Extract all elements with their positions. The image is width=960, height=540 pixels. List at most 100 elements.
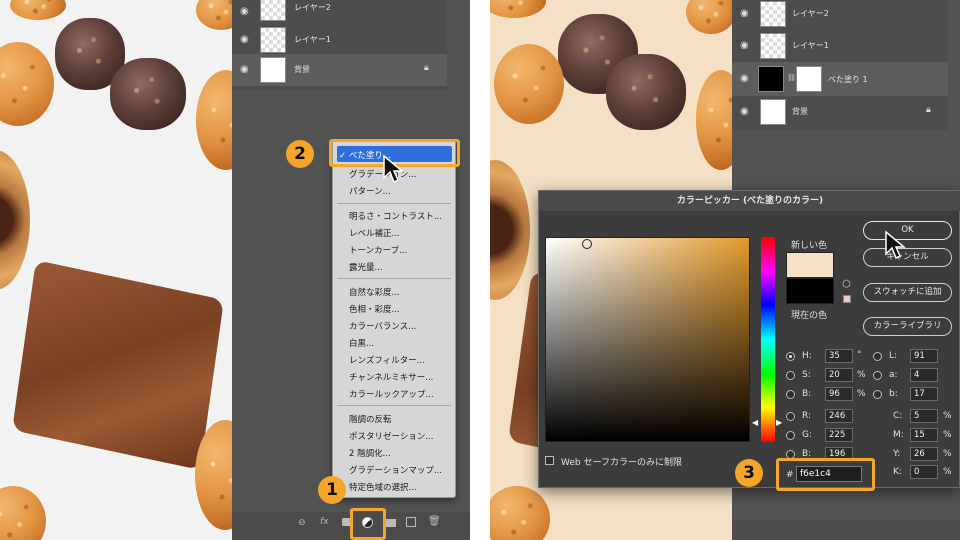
- b-radio[interactable]: [873, 390, 882, 399]
- layer-row[interactable]: ◉ レイヤー2: [732, 0, 948, 30]
- menu-item-color-lookup[interactable]: カラールックアップ...: [349, 388, 434, 400]
- red-field[interactable]: 246: [825, 409, 853, 423]
- trash-icon[interactable]: 🗑︎: [428, 516, 441, 527]
- cookie-image: [0, 486, 46, 540]
- add-to-swatches-button[interactable]: スウォッチに追加: [863, 283, 952, 302]
- cookie-image: [0, 42, 54, 126]
- saturation-brightness-field[interactable]: [545, 237, 750, 442]
- dialog-title: カラーピッカー (べた塗りのカラー): [539, 191, 960, 211]
- lightness-radio[interactable]: [873, 352, 882, 361]
- menu-separator: [337, 278, 451, 279]
- layer-row-selected[interactable]: ◉ 背景 🔒︎: [232, 54, 447, 86]
- hue-slider-right-arrow-icon[interactable]: ▶: [776, 418, 782, 427]
- mouse-cursor-icon: [885, 230, 906, 260]
- eye-icon[interactable]: ◉: [740, 73, 752, 85]
- b-field[interactable]: 17: [910, 387, 938, 401]
- menu-item-levels[interactable]: レベル補正...: [349, 227, 400, 239]
- menu-item-brightness-contrast[interactable]: 明るさ・コントラスト...: [349, 210, 442, 222]
- menu-item-curves[interactable]: トーンカーブ...: [349, 244, 407, 256]
- layer-thumbnail: [760, 1, 786, 27]
- ok-button[interactable]: OK: [863, 221, 952, 240]
- menu-item-exposure[interactable]: 露光量...: [349, 261, 383, 273]
- layer-row[interactable]: ◉ レイヤー1: [232, 24, 447, 56]
- menu-item-hue-saturation[interactable]: 色相・彩度...: [349, 303, 400, 315]
- out-of-gamut-cube-icon[interactable]: ⬡: [842, 279, 851, 290]
- menu-item-photo-filter[interactable]: レンズフィルター...: [349, 354, 425, 366]
- menu-item-color-balance[interactable]: カラーバランス...: [349, 320, 416, 332]
- brightness-field[interactable]: 96: [825, 387, 853, 401]
- eye-icon[interactable]: ◉: [740, 40, 752, 52]
- callout-highlight-box: [776, 458, 875, 491]
- menu-item-posterize[interactable]: ポスタリゼーション...: [349, 430, 433, 442]
- web-safe-checkbox[interactable]: [545, 456, 554, 465]
- folder-icon[interactable]: [386, 519, 396, 527]
- magenta-field[interactable]: 15: [910, 428, 938, 442]
- menu-item-vibrance[interactable]: 自然な彩度...: [349, 286, 400, 298]
- lock-icon: 🔒︎: [424, 63, 429, 73]
- saturation-radio[interactable]: [786, 371, 795, 380]
- new-layer-icon[interactable]: [406, 517, 416, 527]
- cookie-image: [696, 70, 732, 170]
- layer-thumbnail: [760, 99, 786, 125]
- eye-icon[interactable]: ◉: [240, 6, 252, 18]
- layers-list: ◉ レイヤー2 ◉ レイヤー1 ◉ 背景 🔒︎: [232, 0, 447, 90]
- menu-separator: [337, 203, 451, 204]
- green-field[interactable]: 225: [825, 428, 853, 442]
- fill-color-thumbnail[interactable]: [758, 66, 784, 92]
- green-radio[interactable]: [786, 431, 795, 440]
- new-color-label: 新しい色: [791, 241, 828, 251]
- hue-slider-left-arrow-icon[interactable]: ◀: [752, 418, 758, 427]
- percent-unit: %: [943, 467, 952, 477]
- step-badge: 2: [286, 140, 314, 168]
- chocolate-cookie-image: [606, 54, 686, 130]
- brightness-radio[interactable]: [786, 390, 795, 399]
- new-color-swatch: [786, 252, 834, 278]
- cookie-image: [10, 0, 66, 20]
- hue-field[interactable]: 35: [825, 349, 853, 363]
- tart-image: [0, 150, 30, 290]
- saturation-field[interactable]: 20: [825, 368, 853, 382]
- current-color-swatch[interactable]: [786, 278, 834, 304]
- callout-highlight-box: [350, 508, 386, 540]
- hue-slider[interactable]: [761, 237, 775, 442]
- mouse-cursor-icon: [383, 154, 404, 184]
- menu-item-gradient-map[interactable]: グラデーションマップ...: [349, 464, 442, 476]
- menu-item-threshold[interactable]: 2 階調化...: [349, 447, 391, 459]
- color-libraries-button[interactable]: カラーライブラリ: [863, 317, 952, 336]
- layer-name: 背景: [294, 65, 310, 74]
- degree-unit: °: [857, 350, 862, 360]
- menu-item-invert[interactable]: 階調の反転: [349, 413, 392, 425]
- yellow-field[interactable]: 26: [910, 447, 938, 461]
- a-field[interactable]: 4: [910, 368, 938, 382]
- eye-icon[interactable]: ◉: [740, 106, 752, 118]
- menu-item-selective-color[interactable]: 特定色域の選択...: [349, 481, 417, 493]
- black-field[interactable]: 0: [910, 465, 938, 479]
- layer-row-selected[interactable]: ◉ ⛓ べた塗り 1: [732, 62, 948, 96]
- b-label: b:: [889, 389, 898, 399]
- menu-item-pattern[interactable]: パターン...: [349, 185, 391, 197]
- percent-unit: %: [943, 430, 952, 440]
- eye-icon[interactable]: ◉: [740, 8, 752, 20]
- eye-icon[interactable]: ◉: [240, 64, 252, 76]
- cancel-button[interactable]: キャンセル: [863, 248, 952, 267]
- cookie-image: [494, 44, 564, 124]
- cyan-field[interactable]: 5: [910, 409, 938, 423]
- fx-icon[interactable]: fx: [320, 517, 329, 527]
- hue-radio[interactable]: [786, 352, 795, 361]
- lightness-field[interactable]: 91: [910, 349, 938, 363]
- menu-item-channel-mixer[interactable]: チャンネルミキサー...: [349, 371, 433, 383]
- color-selector-circle[interactable]: [582, 239, 592, 249]
- menu-item-black-white[interactable]: 白黒...: [349, 337, 374, 349]
- layer-name: レイヤー2: [294, 3, 331, 12]
- a-radio[interactable]: [873, 371, 882, 380]
- cookie-image: [686, 0, 732, 34]
- eye-icon[interactable]: ◉: [240, 34, 252, 46]
- red-radio[interactable]: [786, 412, 795, 421]
- layer-row[interactable]: ◉ レイヤー1: [732, 30, 948, 62]
- layer-row[interactable]: ◉ 背景 🔒︎: [732, 96, 948, 128]
- layer-row[interactable]: ◉ レイヤー2: [232, 0, 447, 24]
- cookie-image: [490, 0, 546, 18]
- link-layers-icon[interactable]: ⊖: [298, 518, 306, 528]
- gamut-warning-swatch[interactable]: [843, 295, 851, 303]
- cyan-label: C:: [893, 411, 903, 421]
